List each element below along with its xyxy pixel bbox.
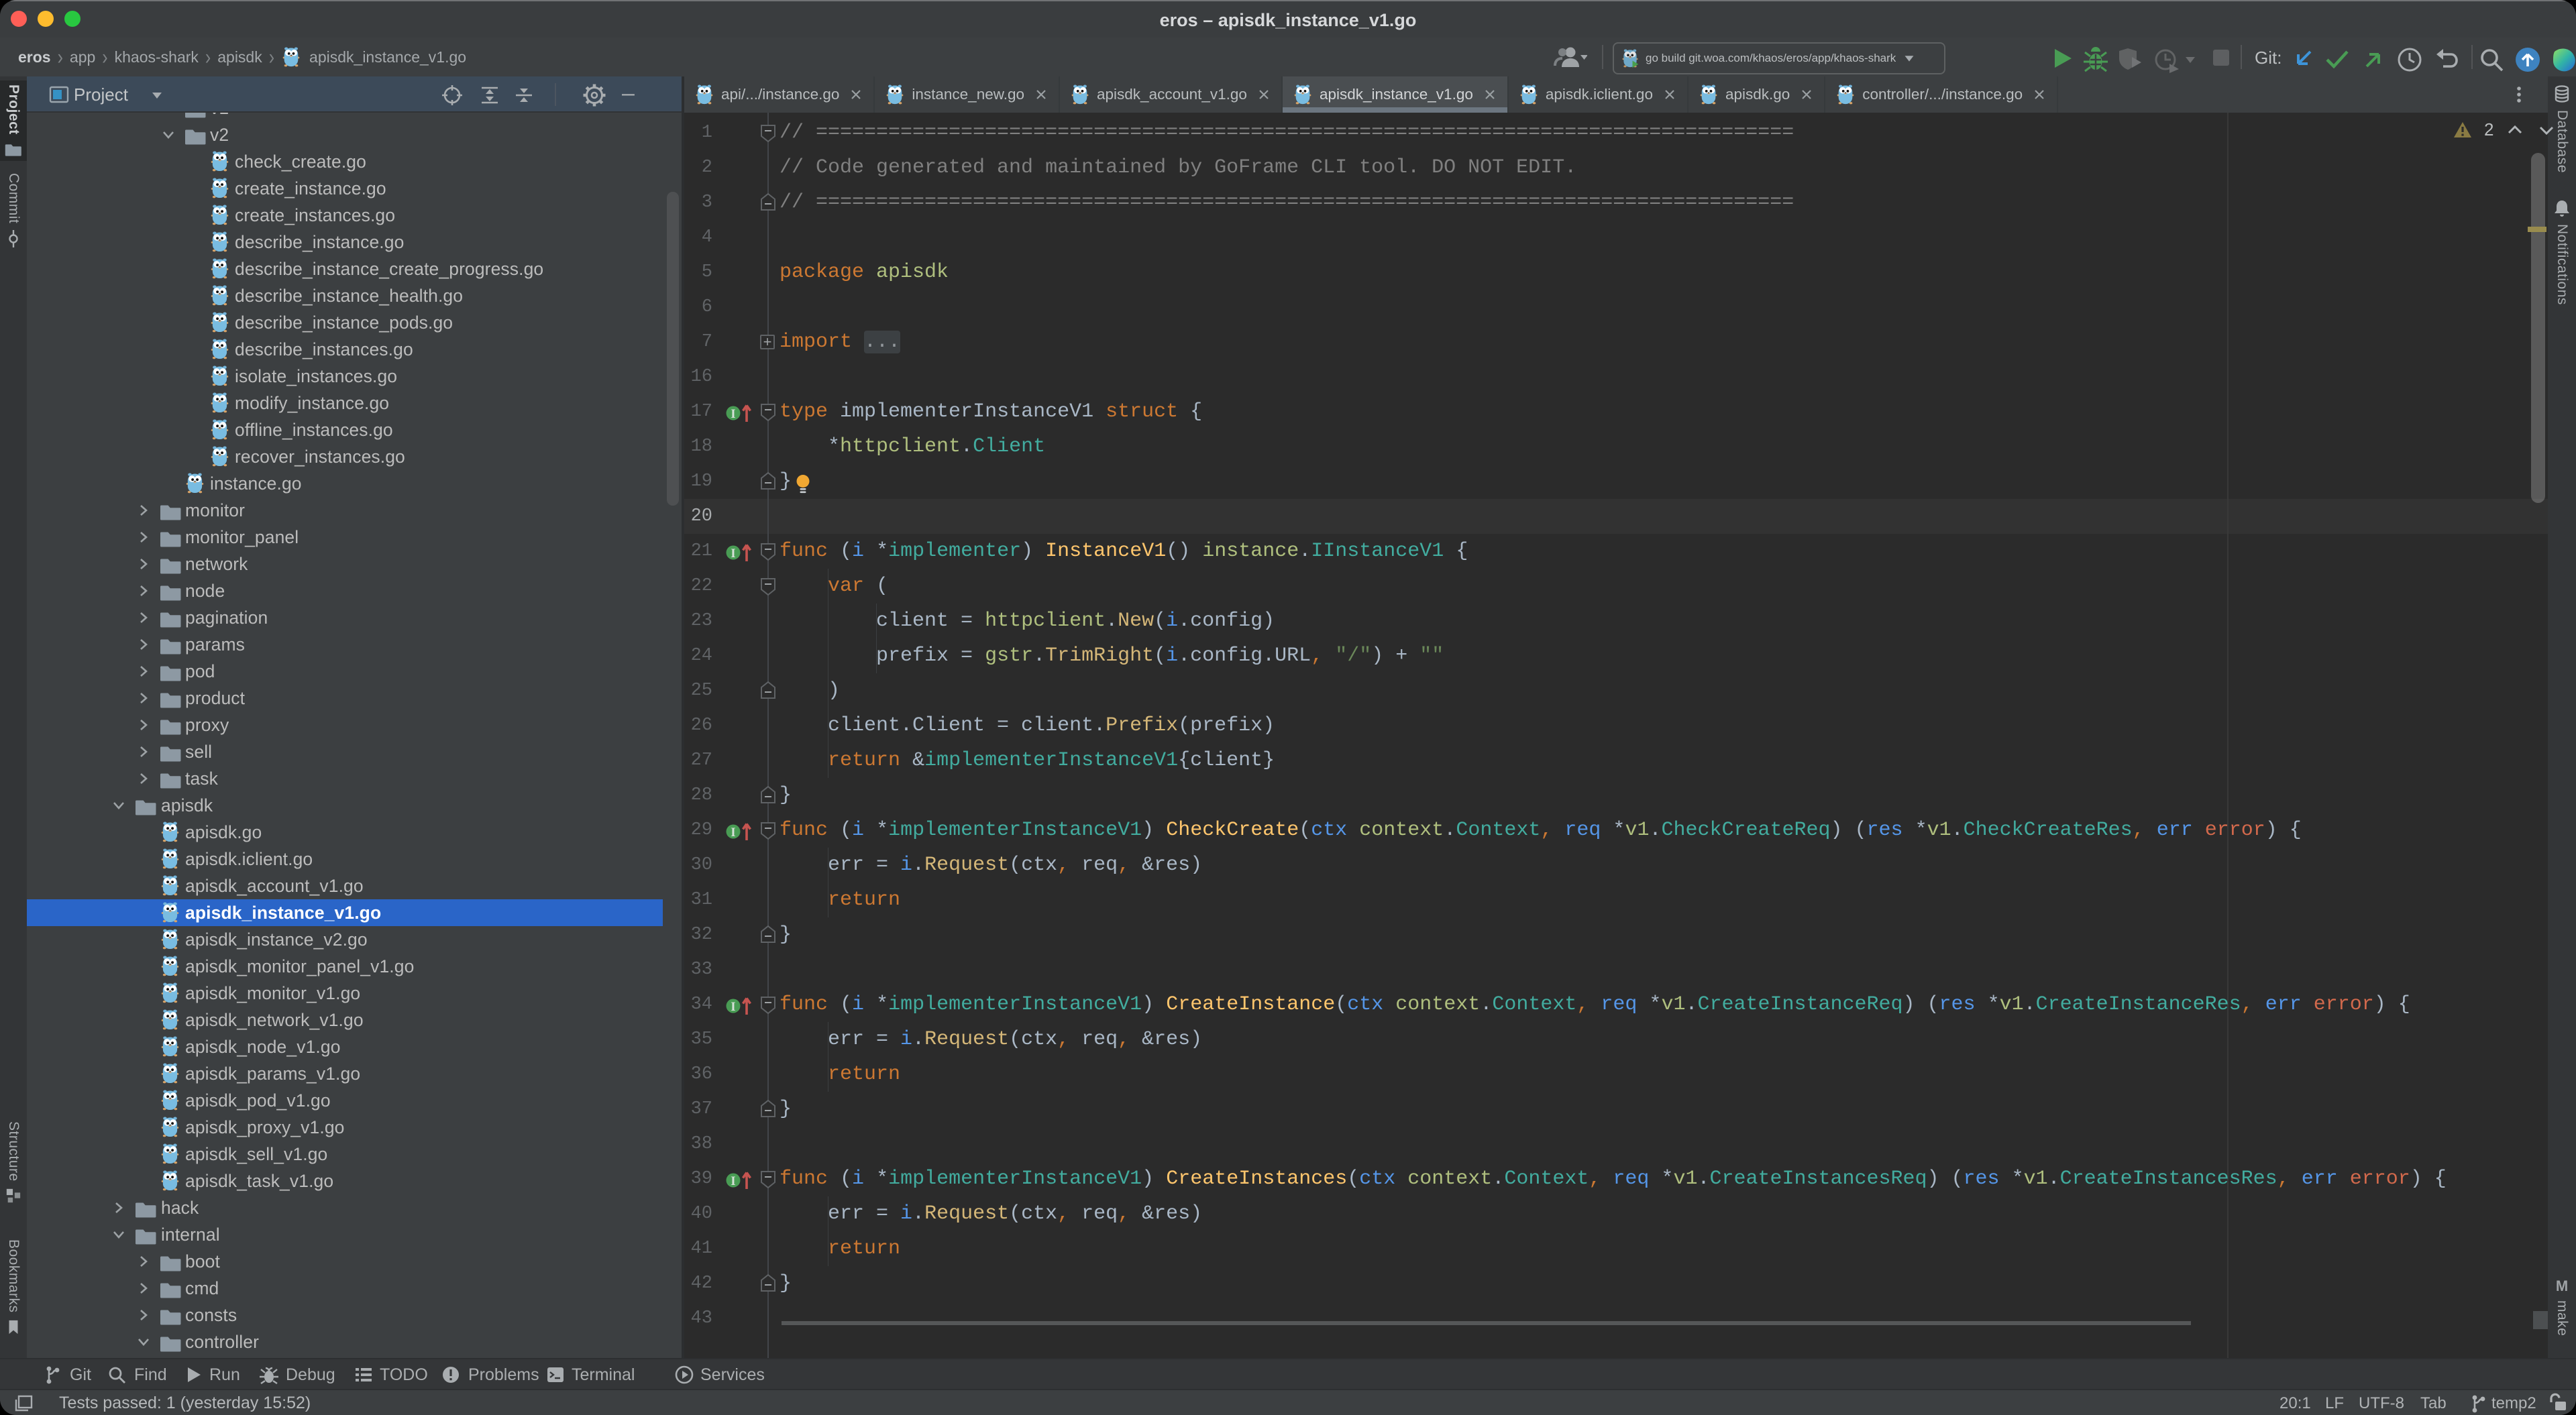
svg-text:I: I bbox=[731, 547, 735, 561]
svg-text:I: I bbox=[731, 1000, 735, 1014]
svg-text:I: I bbox=[731, 826, 735, 840]
svg-text:I: I bbox=[731, 1174, 735, 1188]
svg-text:I: I bbox=[731, 407, 735, 421]
